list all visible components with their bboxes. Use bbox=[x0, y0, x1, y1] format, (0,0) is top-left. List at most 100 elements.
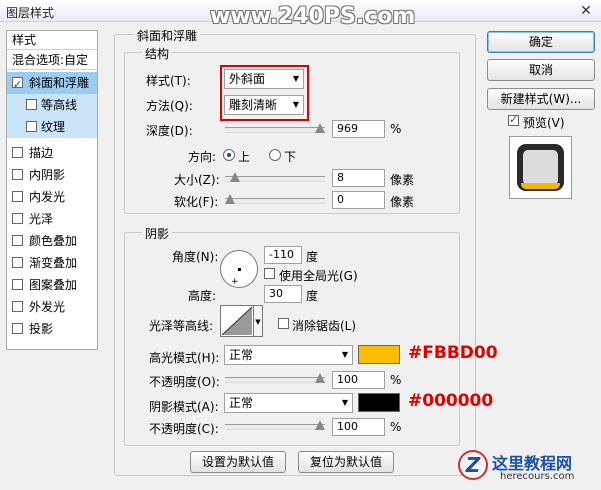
preview-label: 预览(V) bbox=[523, 116, 565, 130]
size-slider-thumb[interactable] bbox=[229, 172, 240, 182]
chevron-down-icon: ▼ bbox=[292, 74, 299, 83]
shadow-opacity-input[interactable]: 100 bbox=[332, 418, 385, 436]
sidebar-item-label: 等高线 bbox=[41, 98, 78, 112]
highlight-mode-label: 高光模式(H): bbox=[149, 351, 220, 365]
shading-title: 阴影 bbox=[142, 225, 173, 242]
shadow-opacity-slider[interactable] bbox=[225, 420, 325, 430]
shadow-mode-label: 阴影模式(A): bbox=[149, 400, 219, 414]
shadow-mode-value: 正常 bbox=[229, 396, 254, 410]
structure-title: 结构 bbox=[142, 45, 173, 62]
sidebar-item-pattern-overlay[interactable]: 图案叠加 bbox=[7, 274, 97, 296]
style-list-header[interactable]: 样式 bbox=[7, 31, 97, 50]
depth-input[interactable]: 969 bbox=[332, 120, 385, 138]
angle-dial[interactable]: + bbox=[220, 250, 258, 288]
highlight-opacity-unit: % bbox=[390, 373, 402, 387]
sidebar-item-label: 光泽 bbox=[29, 212, 54, 226]
soften-label: 软化(F): bbox=[174, 195, 219, 209]
size-slider[interactable] bbox=[225, 172, 325, 182]
sidebar-item-stroke[interactable]: 描边 bbox=[7, 142, 97, 164]
chevron-down-icon[interactable]: ▼ bbox=[254, 305, 263, 337]
method-select-value: 雕刻清晰 bbox=[229, 98, 278, 112]
style-select[interactable]: 外斜面 ▼ bbox=[224, 69, 304, 89]
check-icon: ✓ bbox=[509, 113, 519, 126]
inner-glow-checkbox[interactable] bbox=[12, 191, 23, 202]
color-overlay-checkbox[interactable] bbox=[12, 235, 23, 246]
sidebar-item-satin[interactable]: 光泽 bbox=[7, 208, 97, 230]
angle-dial-center bbox=[238, 268, 241, 271]
global-light-checkbox[interactable] bbox=[264, 268, 275, 279]
sidebar-item-inner-shadow[interactable]: 内阴影 bbox=[7, 164, 97, 186]
global-light-label: 使用全局光(G) bbox=[279, 269, 358, 283]
method-select[interactable]: 雕刻清晰 ▼ bbox=[224, 95, 304, 115]
chevron-down-icon: ▼ bbox=[341, 398, 348, 407]
drop-shadow-checkbox[interactable] bbox=[12, 323, 23, 334]
size-input[interactable]: 8 bbox=[332, 169, 385, 187]
soften-input[interactable]: 0 bbox=[332, 191, 385, 209]
satin-checkbox[interactable] bbox=[12, 213, 23, 224]
style-label: 样式(T): bbox=[146, 74, 191, 88]
depth-unit: % bbox=[390, 122, 402, 136]
sidebar-item-color-overlay[interactable]: 颜色叠加 bbox=[7, 230, 97, 252]
direction-up-label: 上 bbox=[238, 150, 251, 164]
gradient-overlay-checkbox[interactable] bbox=[12, 257, 23, 268]
angle-unit: 度 bbox=[306, 250, 319, 264]
direction-down-radio[interactable] bbox=[269, 149, 281, 161]
shadow-opacity-thumb[interactable] bbox=[315, 420, 325, 430]
sidebar-item-label: 颜色叠加 bbox=[29, 234, 78, 248]
reset-default-button[interactable]: 复位为默认值 bbox=[298, 451, 394, 473]
sidebar-item-bevel[interactable]: 斜面和浮雕 bbox=[7, 72, 97, 96]
cancel-button[interactable]: 取消 bbox=[487, 59, 595, 81]
highlight-opacity-input[interactable]: 100 bbox=[332, 371, 385, 389]
gloss-contour-preview[interactable] bbox=[220, 305, 254, 337]
make-default-button[interactable]: 设置为默认值 bbox=[190, 451, 286, 473]
highlight-mode-select[interactable]: 正常 ▼ bbox=[224, 345, 353, 365]
outer-glow-checkbox[interactable] bbox=[12, 301, 23, 312]
soften-slider[interactable] bbox=[225, 194, 325, 204]
depth-label: 深度(D): bbox=[146, 124, 193, 138]
shadow-color-swatch[interactable] bbox=[358, 393, 400, 412]
altitude-input[interactable]: 30 bbox=[264, 285, 302, 303]
highlight-opacity-slider[interactable] bbox=[225, 373, 325, 383]
contour-curve-icon bbox=[221, 306, 253, 336]
inner-shadow-checkbox[interactable] bbox=[12, 169, 23, 180]
soften-slider-thumb[interactable] bbox=[225, 194, 235, 204]
sidebar-item-label: 内发光 bbox=[29, 190, 66, 204]
highlight-opacity-thumb[interactable] bbox=[315, 373, 325, 383]
stroke-checkbox[interactable] bbox=[12, 147, 23, 158]
depth-slider-thumb[interactable] bbox=[315, 123, 325, 133]
sidebar-item-label: 外发光 bbox=[29, 300, 66, 314]
bevel-checkbox[interactable] bbox=[12, 74, 23, 96]
angle-input[interactable]: -110 bbox=[264, 246, 302, 264]
shadow-hex-annotation: #000000 bbox=[408, 391, 494, 411]
close-icon[interactable]: ✕ bbox=[576, 2, 596, 20]
sidebar-item-outer-glow[interactable]: 外发光 bbox=[7, 296, 97, 318]
sidebar-item-label: 投影 bbox=[29, 322, 54, 336]
size-label: 大小(Z): bbox=[174, 173, 220, 187]
depth-slider[interactable] bbox=[225, 123, 325, 133]
sidebar-item-contour[interactable]: 等高线 bbox=[7, 94, 97, 116]
sidebar-item-inner-glow[interactable]: 内发光 bbox=[7, 186, 97, 208]
shadow-opacity-unit: % bbox=[390, 420, 402, 434]
sidebar-item-gradient-overlay[interactable]: 渐变叠加 bbox=[7, 252, 97, 274]
new-style-button[interactable]: 新建样式(W)... bbox=[487, 88, 595, 110]
sidebar-item-label: 描边 bbox=[29, 146, 54, 160]
sidebar-item-label: 纹理 bbox=[41, 120, 66, 134]
preview-checkbox[interactable]: ✓ bbox=[508, 113, 519, 126]
shadow-mode-select[interactable]: 正常 ▼ bbox=[224, 393, 353, 413]
pattern-overlay-checkbox[interactable] bbox=[12, 279, 23, 290]
sidebar-item-drop-shadow[interactable]: 投影 bbox=[7, 318, 97, 340]
contour-checkbox[interactable] bbox=[26, 99, 37, 110]
direction-up-radio[interactable] bbox=[223, 149, 235, 161]
sidebar-item-label: 斜面和浮雕 bbox=[29, 76, 90, 90]
blend-options-item[interactable]: 混合选项:自定 bbox=[7, 51, 97, 70]
highlight-hex-annotation: #FBBD00 bbox=[408, 343, 498, 363]
ok-button[interactable]: 确定 bbox=[487, 31, 595, 53]
sidebar-item-texture[interactable]: 纹理 bbox=[7, 116, 97, 138]
texture-checkbox[interactable] bbox=[26, 121, 37, 132]
preview-inner bbox=[523, 150, 558, 185]
highlight-color-swatch[interactable] bbox=[358, 345, 400, 364]
site-logo: Z 这里教程网 herecours.com bbox=[456, 448, 596, 488]
style-list: 样式 混合选项:自定 斜面和浮雕 等高线 纹理 描边 内阴影 内发光 光泽 颜色… bbox=[6, 30, 98, 350]
highlight-opacity-label: 不透明度(O): bbox=[149, 375, 220, 389]
antialias-checkbox[interactable] bbox=[278, 318, 289, 329]
